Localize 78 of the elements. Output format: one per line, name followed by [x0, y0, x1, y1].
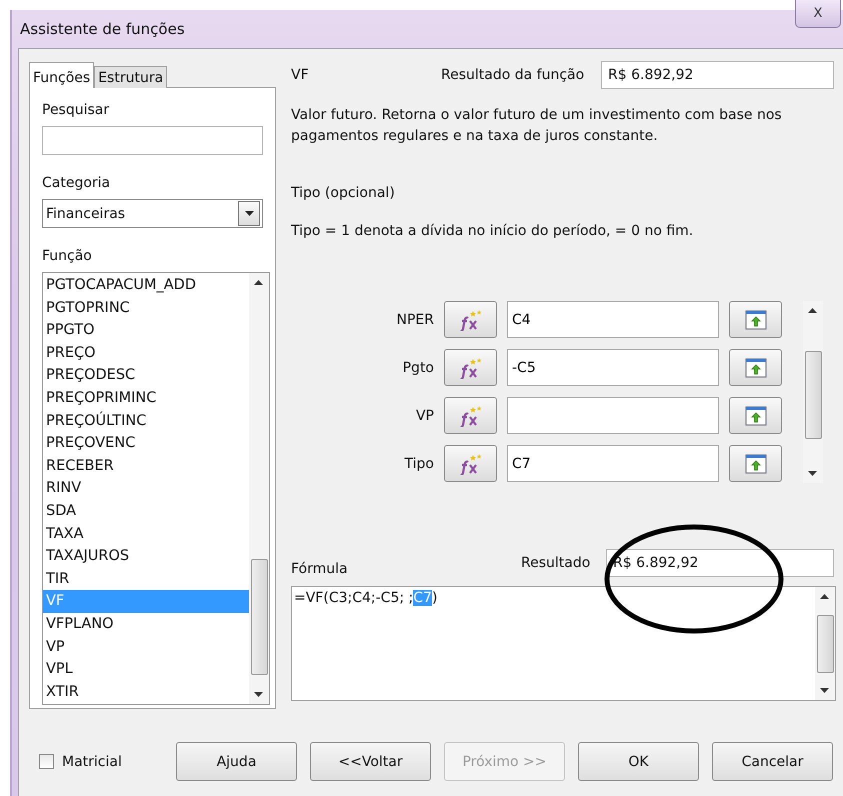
- tab[interactable]: Estrutura: [94, 66, 168, 88]
- list-item[interactable]: PREÇODESC: [43, 364, 249, 387]
- list-item[interactable]: VFPLANO: [43, 612, 249, 636]
- field-label: Pesquisar: [42, 102, 110, 118]
- dialog-button[interactable]: Ajuda: [176, 742, 297, 781]
- arguments-scrollbar[interactable]: [803, 301, 823, 483]
- list-item[interactable]: PGTOPRINC: [43, 296, 249, 320]
- function-icon: [458, 308, 482, 330]
- list-item[interactable]: VP: [43, 636, 249, 658]
- field-label: Fórmula: [291, 561, 349, 577]
- function-wizard-button[interactable]: [444, 349, 497, 386]
- field-label: Resultado: [521, 555, 592, 571]
- shrink-button[interactable]: [729, 301, 782, 338]
- scroll-down-icon[interactable]: [254, 692, 263, 697]
- dialog-button[interactable]: Cancelar: [712, 742, 833, 781]
- formula-scrollbar[interactable]: [815, 587, 835, 700]
- list-item[interactable]: PGTOCAPACUM_ADD: [43, 274, 249, 297]
- argument-title: Tipo (opcional): [291, 185, 396, 201]
- scroll-thumb[interactable]: [805, 351, 822, 439]
- function-icon: [458, 452, 482, 474]
- argument-field[interactable]: C4: [507, 301, 719, 338]
- field-label: Função: [42, 248, 93, 264]
- shrink-icon: [744, 406, 766, 426]
- list-item[interactable]: XTIR: [43, 680, 249, 704]
- category-dropdown[interactable]: Financeiras: [42, 199, 263, 228]
- function-result-field: R$ 6.892,92: [601, 61, 834, 89]
- tab[interactable]: Funções: [29, 62, 94, 88]
- function-icon: [458, 404, 482, 426]
- list-item[interactable]: RINV: [43, 477, 249, 500]
- shrink-button[interactable]: [729, 397, 782, 434]
- function-wizard-button[interactable]: [444, 301, 497, 338]
- scroll-thumb[interactable]: [251, 559, 268, 675]
- list-item[interactable]: TAXAJUROS: [43, 545, 249, 568]
- function-wizard-button[interactable]: [444, 397, 497, 434]
- scroll-down-icon[interactable]: [808, 471, 817, 476]
- argument-label: NPER: [396, 312, 434, 328]
- argument-label: Pgto: [402, 360, 434, 376]
- argument-field[interactable]: [507, 397, 719, 434]
- argument-field[interactable]: -C5: [507, 349, 719, 386]
- shrink-button[interactable]: [729, 349, 782, 386]
- dialog-button[interactable]: <<Voltar: [310, 742, 431, 781]
- argument-field[interactable]: C7: [507, 445, 719, 482]
- list-item[interactable]: PREÇOVENC: [43, 432, 249, 455]
- list-item[interactable]: VPL: [43, 658, 249, 681]
- list-item[interactable]: TAXA: [43, 522, 249, 546]
- shrink-icon: [744, 310, 766, 330]
- function-wizard-button[interactable]: [444, 445, 497, 482]
- scroll-up-icon[interactable]: [820, 594, 829, 599]
- close-button[interactable]: X: [795, 0, 841, 28]
- list-scrollbar[interactable]: [249, 273, 269, 704]
- scroll-down-icon[interactable]: [820, 688, 829, 693]
- dialog-button[interactable]: OK: [578, 742, 699, 781]
- list-item[interactable]: SDA: [43, 500, 249, 523]
- scroll-up-icon[interactable]: [808, 308, 817, 313]
- field-label: Categoria: [42, 175, 112, 191]
- list-item[interactable]: RECEBER: [43, 454, 249, 478]
- function-name: VF: [291, 67, 310, 83]
- search-field[interactable]: [42, 126, 263, 155]
- function-icon: [458, 356, 482, 378]
- argument-description: Tipo = 1 denota a dívida no início do período, = 0 no fim.: [291, 223, 694, 239]
- shrink-button[interactable]: [729, 445, 782, 482]
- argument-label: Tipo: [404, 456, 434, 472]
- list-item[interactable]: PREÇOPRIMINC: [43, 386, 249, 410]
- function-description: Valor futuro. Retorna o valor futuro de um investimento com base nos pagamentos regulares e na taxa de juros constante.: [291, 106, 783, 146]
- list-item[interactable]: PPGTO: [43, 319, 249, 342]
- scroll-thumb[interactable]: [817, 615, 834, 673]
- matrix-checkbox[interactable]: Matricial: [39, 754, 163, 770]
- scroll-up-icon[interactable]: [254, 280, 263, 285]
- shrink-icon: [744, 358, 766, 378]
- formula-field[interactable]: =VF(C3;C4;-C5; ;C7): [291, 586, 836, 701]
- window-title: Assistente de funções: [20, 20, 185, 38]
- list-item[interactable]: PREÇO: [43, 342, 249, 364]
- list-item[interactable]: TIR: [43, 568, 249, 590]
- dropdown-arrow-icon[interactable]: [244, 211, 254, 216]
- field-label: Resultado da função: [441, 67, 586, 83]
- shrink-icon: [744, 454, 766, 474]
- list-item[interactable]: PREÇOÚLTINC: [43, 410, 249, 432]
- argument-label: VP: [414, 408, 434, 424]
